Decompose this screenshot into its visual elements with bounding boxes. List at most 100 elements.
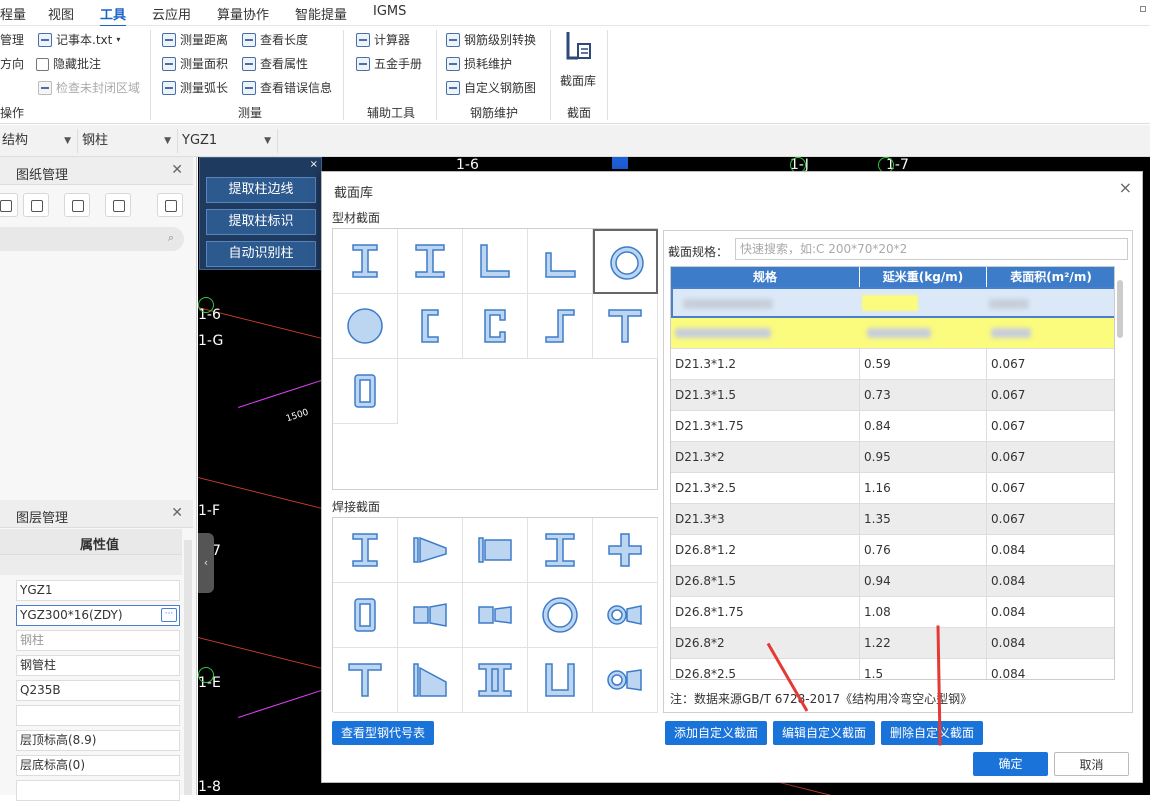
auto-recognize-column-button[interactable]: 自动识别柱 [206,241,316,267]
welded-cone-section[interactable] [593,583,658,648]
add-drawing-button[interactable] [0,193,18,217]
custom-rebar-button[interactable]: 自定义钢筋图 [446,78,536,98]
view-length-button[interactable]: 查看长度 [242,30,308,50]
manage-button[interactable]: 管理 [0,30,24,50]
column-header-weight[interactable]: 延米重(kg/m) [860,267,987,287]
add-custom-section-button[interactable]: 添加自定义截面 [665,721,767,745]
table-row[interactable]: D26.8*1.75 1.08 0.084 [671,597,1114,628]
measure-area-button[interactable]: 测量面积 [162,54,228,74]
table-row[interactable]: D21.3*1.5 0.73 0.067 [671,380,1114,411]
view-error-button[interactable]: 查看错误信息 [242,78,332,98]
circular-tube-section[interactable] [593,229,658,294]
delete-custom-section-button[interactable]: 删除自定义截面 [881,721,983,745]
welded-tapered-i-section[interactable] [398,518,463,583]
hardware-manual-button[interactable]: 五金手册 [356,54,422,74]
h-beam-section[interactable] [398,229,463,294]
close-icon[interactable]: ✕ [171,162,183,178]
calculator-button[interactable]: 计算器 [356,30,410,50]
ok-button[interactable]: 确定 [973,752,1048,776]
i-beam-section[interactable] [333,229,398,294]
notepad-button[interactable]: 记事本.txt ▾ [38,30,120,50]
column-header-area[interactable]: 表面积(m²/m) [987,267,1114,287]
menu-item-igms[interactable]: IGMS [373,4,406,19]
table-scrollbar[interactable] [1117,280,1123,338]
unequal-angle-section[interactable] [528,229,593,294]
hide-annotation-checkbox[interactable]: 隐藏批注 [36,54,101,74]
window-restore-icon[interactable] [1140,6,1146,12]
drawing-search-input[interactable]: ⌕ [0,227,184,251]
property-scrollbar[interactable] [184,540,192,795]
property-bottom-elevation[interactable]: 层底标高(0) [16,755,180,776]
column-header-spec[interactable]: 规格 [671,267,860,287]
menu-item-smart[interactable]: 智能提量 [295,4,347,23]
loss-maintain-button[interactable]: 损耗维护 [446,54,512,74]
spec-search-input[interactable]: 快速搜索，如:C 200*70*20*2 [735,238,1128,260]
more-icon[interactable]: ··· [161,608,177,622]
welded-tapered-box-section[interactable] [398,583,463,648]
close-icon[interactable]: × [310,159,318,170]
z-section[interactable] [528,294,593,359]
table-row[interactable]: D21.3*1.75 0.84 0.067 [671,411,1114,442]
welded-i-section[interactable] [333,518,398,583]
table-row-highlighted[interactable] [671,318,1114,349]
measure-arc-button[interactable]: 测量弧长 [162,78,228,98]
view-code-table-button[interactable]: 查看型钢代号表 [332,721,434,745]
measure-distance-button[interactable]: 测量距离 [162,30,228,50]
property-name[interactable]: YGZ1 [16,580,180,601]
structure-select[interactable]: 结构 ▼ [0,129,78,153]
component-select[interactable]: 钢柱 ▼ [80,129,178,153]
component-name-select[interactable]: YGZ1 ▼ [180,129,278,153]
welded-tapered-t-section[interactable] [398,648,463,713]
grade-convert-button[interactable]: 钢筋级别转换 [446,30,536,50]
menu-item-cloud[interactable]: 云应用 [152,4,191,23]
property-empty[interactable] [16,705,180,726]
welded-tapered-tube-section[interactable] [463,583,528,648]
welded-double-i-section[interactable] [463,648,528,713]
edit-custom-section-button[interactable]: 编辑自定义截面 [773,721,875,745]
welded-tapered-h-section[interactable] [463,518,528,583]
close-icon[interactable]: ✕ [171,505,183,521]
extract-column-edge-button[interactable]: 提取柱边线 [206,177,316,203]
menu-item-tools[interactable]: 工具 [100,4,127,27]
table-row[interactable]: D21.3*1.2 0.59 0.067 [671,349,1114,380]
property-empty-2[interactable] [16,780,180,801]
welded-u-section[interactable] [528,648,593,713]
welded-cone-tube-section[interactable] [593,648,658,713]
more-tools-button[interactable] [157,193,183,217]
lipped-channel-section[interactable] [463,294,528,359]
welded-circular-section[interactable] [528,583,593,648]
menu-item-quantity[interactable]: 程量 [0,4,26,23]
table-row[interactable]: D21.3*2.5 1.16 0.067 [671,473,1114,504]
table-row[interactable]: D26.8*1.5 0.94 0.084 [671,566,1114,597]
extract-column-tag-button[interactable]: 提取柱标识 [206,209,316,235]
welded-box-section[interactable] [333,583,398,648]
section-library-button[interactable]: 截面库 [558,28,600,94]
direction-button[interactable]: 方向 [0,54,24,74]
close-icon[interactable]: × [1119,178,1132,197]
round-bar-section[interactable] [333,294,398,359]
welded-h-section[interactable] [528,518,593,583]
collapse-panel-button[interactable]: ‹ [198,533,214,593]
property-top-elevation[interactable]: 层顶标高(8.9) [16,730,180,751]
rect-tube-section[interactable] [333,359,398,424]
check-unclosed-button[interactable]: 检查未封闭区域 [38,78,140,98]
welded-t-section[interactable] [333,648,398,713]
table-row-selected[interactable] [671,287,1114,318]
angle-section[interactable] [463,229,528,294]
welded-cross-section[interactable] [593,518,658,583]
copy-drawing-button[interactable] [64,193,90,217]
delete-drawing-button[interactable] [23,193,49,217]
channel-section[interactable] [398,294,463,359]
t-section[interactable] [593,294,658,359]
property-subtype[interactable]: 钢管柱 [16,655,180,676]
property-section[interactable]: YGZ300*16(ZDY) ··· [16,605,180,626]
table-row[interactable]: D26.8*1.2 0.76 0.084 [671,535,1114,566]
cancel-button[interactable]: 取消 [1054,752,1129,776]
table-row[interactable]: D21.3*2 0.95 0.067 [671,442,1114,473]
table-row[interactable]: D26.8*2.5 1.5 0.084 [671,659,1114,679]
export-drawing-button[interactable] [105,193,131,217]
table-row[interactable]: D26.8*2 1.22 0.084 [671,628,1114,659]
table-row[interactable]: D21.3*3 1.35 0.067 [671,504,1114,535]
property-material[interactable]: Q235B [16,680,180,701]
view-attr-button[interactable]: 查看属性 [242,54,308,74]
